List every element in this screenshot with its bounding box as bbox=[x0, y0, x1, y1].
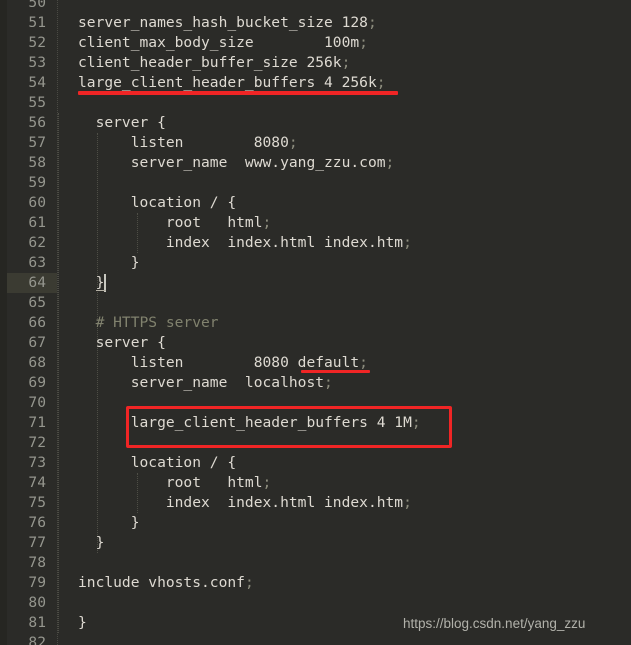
code-token: include vhosts.conf bbox=[78, 574, 245, 591]
watermark-url: https://blog.csdn.net/yang_zzu bbox=[403, 616, 586, 631]
code-token: root html bbox=[78, 214, 263, 231]
code-token: server { bbox=[78, 334, 166, 351]
code-token: index index.html index.htm bbox=[78, 234, 404, 251]
code-line[interactable]: location / { bbox=[78, 453, 236, 473]
code-token: root html bbox=[78, 474, 263, 491]
code-token: } bbox=[78, 254, 140, 271]
code-editor[interactable]: 50 51 52 53 54 55 56 57 58 59 60 61 62 63 64 65 66 67 68 69… bbox=[0, 0, 631, 645]
code-token: } bbox=[78, 534, 105, 551]
code-line[interactable]: client_header_buffer_size 256k; bbox=[78, 53, 350, 73]
punctuation-token: ; bbox=[367, 14, 377, 31]
punctuation-token: ; bbox=[359, 34, 368, 51]
code-line[interactable]: root html; bbox=[78, 213, 271, 233]
code-line[interactable]: server { bbox=[78, 333, 166, 353]
code-token: } bbox=[78, 514, 140, 531]
punctuation-token: ; bbox=[262, 474, 272, 491]
punctuation-token: ; bbox=[288, 134, 298, 151]
punctuation-token: ; bbox=[376, 74, 386, 91]
punctuation-token: ; bbox=[359, 354, 368, 371]
code-line[interactable]: listen 8080; bbox=[78, 133, 298, 153]
code-line[interactable]: root html; bbox=[78, 473, 271, 493]
code-line[interactable]: index index.html index.htm; bbox=[78, 493, 412, 513]
code-line[interactable]: server_name www.yang_zzu.com; bbox=[78, 153, 395, 173]
code-token: location / { bbox=[78, 454, 237, 471]
punctuation-token: ; bbox=[324, 374, 333, 391]
punctuation-token: ; bbox=[403, 494, 412, 511]
code-token: listen 8080 default bbox=[78, 354, 360, 371]
code-token: } bbox=[78, 614, 87, 631]
code-token: index index.html index.htm bbox=[78, 494, 404, 511]
code-token: server_name localhost bbox=[78, 374, 325, 391]
code-token: listen 8080 bbox=[78, 134, 289, 151]
punctuation-token: ; bbox=[341, 54, 351, 71]
code-line[interactable]: server_names_hash_bucket_size 128; bbox=[78, 13, 377, 33]
code-line[interactable]: server_name localhost; bbox=[78, 373, 333, 393]
punctuation-token: ; bbox=[262, 214, 272, 231]
code-line[interactable]: server { bbox=[78, 113, 166, 133]
code-line[interactable]: client_max_body_size 100m; bbox=[78, 33, 368, 53]
code-surface[interactable]: server_names_hash_bucket_size 128; client… bbox=[0, 0, 631, 645]
annotation-underline-default-keyword bbox=[301, 370, 370, 373]
code-line[interactable]: index index.html index.htm; bbox=[78, 233, 412, 253]
code-line[interactable]: # HTTPS server bbox=[78, 313, 219, 333]
code-token: server_names_hash_bucket_size 128 bbox=[78, 14, 368, 31]
code-line[interactable]: location / { bbox=[78, 193, 236, 213]
code-token: } bbox=[78, 274, 105, 291]
code-token: client_header_buffer_size 256k bbox=[78, 54, 342, 71]
code-token: location / { bbox=[78, 194, 237, 211]
code-token: server { bbox=[78, 114, 166, 131]
code-token: client_max_body_size 100m bbox=[78, 34, 360, 51]
indent-guide bbox=[58, 113, 59, 633]
comment-token: # HTTPS server bbox=[78, 314, 219, 331]
punctuation-token: ; bbox=[385, 154, 395, 171]
code-line[interactable]: } bbox=[78, 613, 87, 633]
code-line[interactable]: } bbox=[78, 253, 140, 273]
annotation-underline-line54 bbox=[78, 91, 398, 95]
brace-match-underline bbox=[95, 290, 107, 291]
code-line[interactable]: } bbox=[78, 513, 140, 533]
code-line[interactable]: include vhosts.conf; bbox=[78, 573, 254, 593]
punctuation-token: ; bbox=[403, 234, 412, 251]
code-line[interactable]: } bbox=[78, 533, 105, 553]
punctuation-token: ; bbox=[244, 574, 254, 591]
code-token: large_client_header_buffers 4 256k bbox=[78, 74, 377, 91]
code-token: server_name www.yang_zzu.com bbox=[78, 154, 386, 171]
code-line[interactable]: large_client_header_buffers 4 256k; bbox=[78, 73, 386, 93]
annotation-box-line71 bbox=[126, 406, 452, 448]
